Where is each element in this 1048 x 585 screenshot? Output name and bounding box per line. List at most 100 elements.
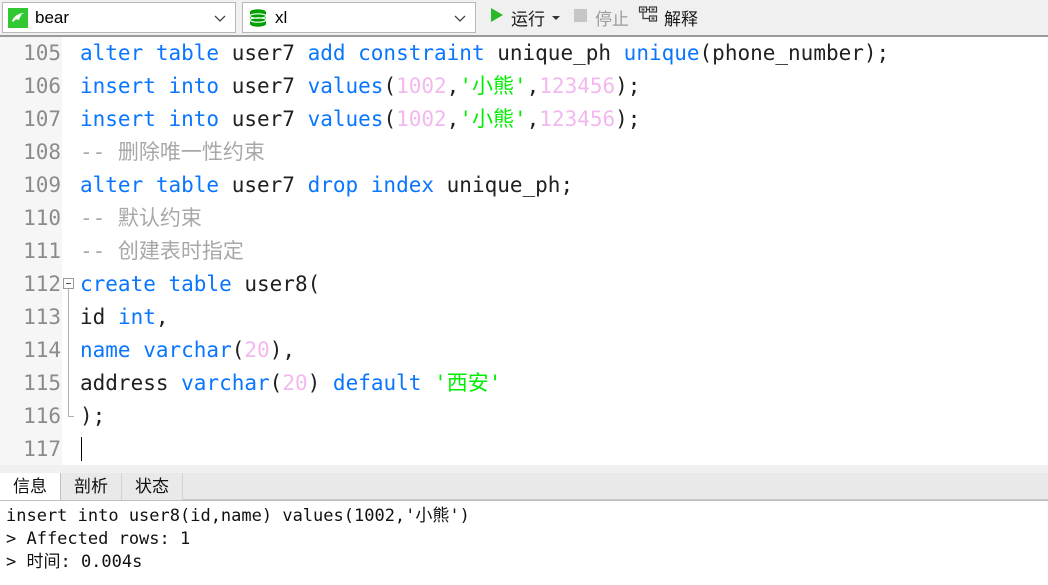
line-number: 113 xyxy=(23,305,61,329)
code-text[interactable]: insert into user7 values(1002,'小熊',12345… xyxy=(78,70,1048,103)
token-pl: unique_ph; xyxy=(446,173,574,197)
bottom-tab-0[interactable]: 信息 xyxy=(0,473,61,500)
token-kw: create table xyxy=(80,272,245,296)
line-number: 109 xyxy=(23,173,61,197)
chevron-down-icon[interactable] xyxy=(449,7,471,29)
token-pl: user8( xyxy=(244,272,321,296)
line-number: 116 xyxy=(23,404,61,428)
token-kw: values xyxy=(307,74,384,98)
token-kw: insert into xyxy=(80,107,232,131)
database-name: xl xyxy=(275,7,288,27)
token-pl: ) xyxy=(307,371,333,395)
code-text[interactable]: -- 删除唯一性约束 xyxy=(78,136,1048,169)
fold-guide-line xyxy=(68,289,69,301)
run-label: 运行 xyxy=(511,10,545,29)
code-line[interactable]: 110 -- 默认约束 xyxy=(0,202,1048,235)
token-pl: , xyxy=(446,107,460,131)
fold-guide-line xyxy=(68,301,69,334)
token-num: 1002 xyxy=(396,107,447,131)
token-pl: ( xyxy=(269,371,283,395)
stop-square-icon xyxy=(570,5,590,30)
code-text[interactable]: insert into user7 values(1002,'小熊',12345… xyxy=(78,103,1048,136)
code-line[interactable]: 117 xyxy=(0,433,1048,465)
stop-button[interactable]: 停止 xyxy=(566,2,633,33)
code-text[interactable]: -- 创建表时指定 xyxy=(78,235,1048,268)
fold-toggle-icon[interactable] xyxy=(62,268,78,301)
main-toolbar: bear xl 运行 停止 解释 xyxy=(0,0,1048,37)
code-text[interactable]: alter table user7 drop index unique_ph; xyxy=(78,169,1048,202)
database-selector[interactable]: xl xyxy=(242,2,476,33)
fold-guide-line xyxy=(68,367,69,400)
line-number: 114 xyxy=(23,338,61,362)
token-pl: , xyxy=(446,74,460,98)
fold-guide xyxy=(62,334,78,367)
run-button[interactable]: 运行 xyxy=(482,2,566,33)
line-number: 105 xyxy=(23,41,61,65)
code-line[interactable]: 116); xyxy=(0,400,1048,433)
code-text[interactable]: create table user8( xyxy=(78,268,1048,301)
code-text[interactable]: id int, xyxy=(78,301,1048,334)
bottom-tab-2[interactable]: 状态 xyxy=(122,473,183,500)
code-line[interactable]: 115 address varchar(20) default '西安' xyxy=(0,367,1048,400)
code-text[interactable]: ); xyxy=(78,400,1048,433)
output-line: insert into user8(id,name) values(1002,'… xyxy=(6,506,470,526)
caret-down-icon[interactable] xyxy=(550,8,562,28)
token-kw: int xyxy=(117,305,156,329)
code-line[interactable]: 109 alter table user7 drop index unique_p… xyxy=(0,169,1048,202)
code-line[interactable]: 111 -- 创建表时指定 xyxy=(0,235,1048,268)
connection-selector[interactable]: bear xyxy=(2,2,236,33)
line-number: 108 xyxy=(23,140,61,164)
line-number: 115 xyxy=(23,371,61,395)
code-line[interactable]: 113 id int, xyxy=(0,301,1048,334)
token-kw: default xyxy=(332,371,435,395)
line-number: 106 xyxy=(23,74,61,98)
code-line[interactable]: 105 alter table user7 add constraint uniq… xyxy=(0,37,1048,70)
token-cmt: -- 创建表时指定 xyxy=(80,239,244,263)
play-triangle-icon xyxy=(486,5,506,30)
explain-plan-icon xyxy=(637,5,659,30)
fold-guide xyxy=(62,301,78,334)
code-line[interactable]: 107 insert into user7 values(1002,'小熊',12… xyxy=(0,103,1048,136)
token-pl: ( xyxy=(231,338,245,362)
token-str: '小熊' xyxy=(459,74,527,98)
line-number: 111 xyxy=(23,239,61,263)
chevron-down-icon[interactable] xyxy=(209,7,231,29)
output-console: insert into user8(id,name) values(1002,'… xyxy=(0,501,1048,585)
fold-guide-line xyxy=(68,334,69,367)
code-line[interactable]: 108 -- 删除唯一性约束 xyxy=(0,136,1048,169)
token-pl: ); xyxy=(615,74,641,98)
sql-editor[interactable]: 105 alter table user7 add constraint uniq… xyxy=(0,37,1048,465)
mysql-dolphin-icon xyxy=(7,7,29,29)
code-text[interactable]: -- 默认约束 xyxy=(78,202,1048,235)
token-pl: ); xyxy=(80,404,106,428)
database-cylinder-icon xyxy=(247,7,269,29)
bottom-panel-tabs[interactable]: 信息 剖析 状态 xyxy=(0,473,1048,501)
explain-label: 解释 xyxy=(664,10,698,29)
token-pl: ); xyxy=(615,107,641,131)
fold-minus-icon[interactable] xyxy=(63,278,74,289)
token-pl: ), xyxy=(269,338,295,362)
code-line[interactable]: 106 insert into user7 values(1002,'小熊',12… xyxy=(0,70,1048,103)
line-number: 107 xyxy=(23,107,61,131)
token-pl: user7 xyxy=(231,173,308,197)
code-text[interactable] xyxy=(78,433,1048,465)
connection-name: bear xyxy=(35,7,70,27)
token-kw: alter table xyxy=(80,41,232,65)
token-kw: varchar xyxy=(181,371,270,395)
explain-button[interactable]: 解释 xyxy=(633,2,702,33)
code-lines-container[interactable]: 105 alter table user7 add constraint uniq… xyxy=(0,37,1048,465)
code-line[interactable]: 112 create table user8( xyxy=(0,268,1048,301)
code-text[interactable]: name varchar(20), xyxy=(78,334,1048,367)
token-num: 123456 xyxy=(539,74,616,98)
token-num: 20 xyxy=(244,338,270,362)
token-num: 1002 xyxy=(396,74,447,98)
code-text[interactable]: alter table user7 add constraint unique_… xyxy=(78,37,1048,70)
token-str: '西安' xyxy=(434,371,502,395)
code-text[interactable]: address varchar(20) default '西安' xyxy=(78,367,1048,400)
code-line[interactable]: 114 name varchar(20), xyxy=(0,334,1048,367)
bottom-tab-1[interactable]: 剖析 xyxy=(61,473,122,500)
